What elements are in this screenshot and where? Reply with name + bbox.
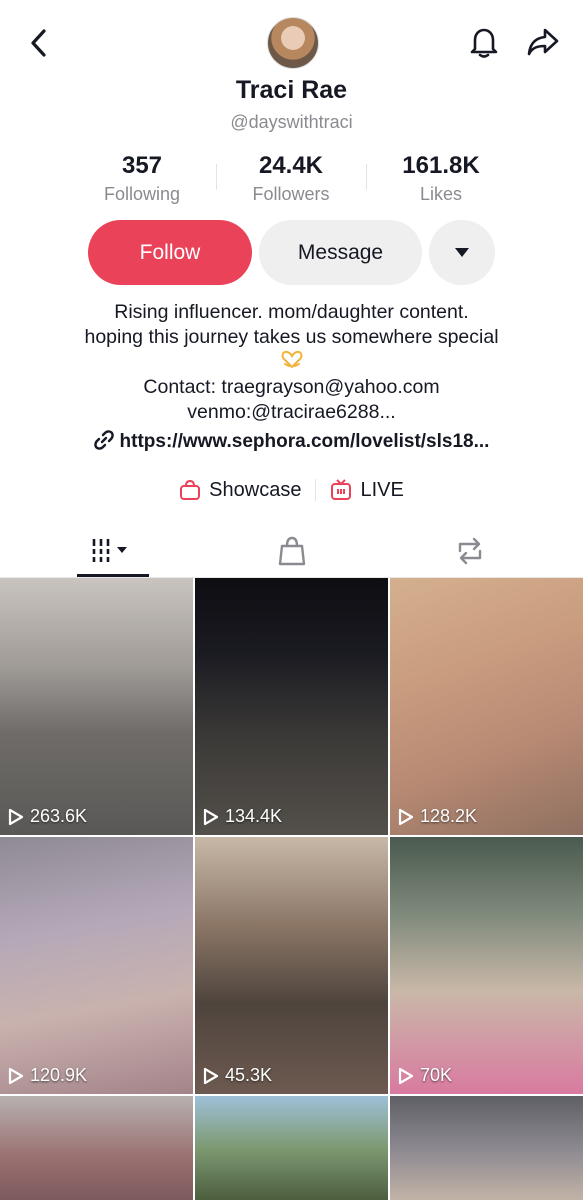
view-count: 134.4K	[203, 806, 282, 827]
extras-row: Showcase LIVE	[0, 476, 583, 504]
play-icon	[398, 808, 414, 825]
play-icon	[203, 1067, 219, 1084]
back-button[interactable]	[22, 26, 56, 60]
bio-line: Rising influencer. mom/daughter content.	[114, 301, 469, 323]
video-thumbnail[interactable]: 263.6K	[0, 578, 193, 835]
chevron-left-icon	[31, 29, 46, 57]
bio-link[interactable]: https://www.sephora.com/lovelist/sls18..…	[0, 430, 583, 453]
message-button[interactable]: Message	[259, 220, 422, 285]
video-thumbnail[interactable]	[390, 1096, 583, 1200]
stat-value: 161.8K	[402, 152, 480, 179]
bio-link-text: https://www.sephora.com/lovelist/sls18..…	[119, 431, 490, 452]
video-thumbnail[interactable]: 45.3K	[195, 837, 388, 1094]
caret-down-icon	[455, 248, 469, 257]
live-link[interactable]: LIVE	[330, 478, 404, 502]
more-options-button[interactable]	[429, 220, 495, 285]
profile-handle: @dayswithtraci	[230, 112, 353, 132]
tab-videos[interactable]	[77, 525, 149, 577]
video-thumbnail[interactable]	[0, 1096, 193, 1200]
stat-label: Following	[103, 184, 181, 204]
follow-button[interactable]: Follow	[88, 220, 252, 285]
bell-icon	[470, 28, 498, 58]
tab-shop[interactable]	[256, 525, 328, 577]
video-thumbnail[interactable]: 128.2K	[390, 578, 583, 835]
profile-name: Traci Rae	[235, 76, 348, 104]
grid-icon	[92, 538, 127, 562]
view-count: 120.9K	[8, 1065, 87, 1086]
tab-reposts[interactable]	[434, 525, 506, 577]
shopping-bag-icon	[180, 479, 201, 500]
bio-line: Contact: traegrayson@yahoo.com	[143, 376, 440, 398]
extras-divider	[315, 479, 317, 501]
heart-hands-icon	[281, 350, 302, 368]
view-count: 45.3K	[203, 1065, 272, 1086]
live-tv-icon	[331, 479, 352, 500]
stat-label: Likes	[419, 184, 463, 204]
view-count-text: 263.6K	[30, 806, 88, 826]
video-thumbnail[interactable]: 134.4K	[195, 578, 388, 835]
notifications-button[interactable]	[466, 24, 502, 60]
stat-divider	[216, 164, 217, 190]
video-thumbnail[interactable]	[195, 1096, 388, 1200]
content-tabs	[0, 525, 583, 578]
stat-following[interactable]: 357 Following	[67, 152, 217, 205]
view-count-text: 70K	[420, 1065, 453, 1085]
stat-value: 24.4K	[258, 152, 324, 179]
view-count: 263.6K	[8, 806, 87, 827]
stat-divider	[366, 164, 367, 190]
stat-value: 357	[121, 152, 163, 179]
bio-emoji	[0, 350, 583, 375]
share-icon	[527, 28, 559, 56]
view-count: 128.2K	[398, 806, 477, 827]
video-thumbnail[interactable]: 120.9K	[0, 837, 193, 1094]
bio-line: venmo:@tracirae6288...	[187, 401, 396, 423]
view-count-text: 45.3K	[225, 1065, 273, 1085]
view-count-text: 128.2K	[420, 806, 478, 826]
showcase-link[interactable]: Showcase	[179, 479, 301, 502]
bio-line: hoping this journey takes us somewhere s…	[84, 326, 499, 348]
stat-likes[interactable]: 161.8K Likes	[366, 152, 516, 205]
play-icon	[398, 1067, 414, 1084]
bio: Rising influencer. mom/daughter content.…	[0, 300, 583, 425]
repost-icon	[458, 537, 482, 565]
view-count-text: 134.4K	[225, 806, 283, 826]
link-icon	[93, 430, 114, 450]
avatar[interactable]	[267, 17, 319, 69]
stat-label: Followers	[252, 184, 330, 204]
play-icon	[8, 808, 24, 825]
video-thumbnail[interactable]: 70K	[390, 837, 583, 1094]
showcase-label: Showcase	[209, 478, 302, 501]
video-grid: 263.6K 134.4K 128.2K 120.9K 45.3K 70K	[0, 578, 583, 1200]
stats-row: 357 Following 24.4K Followers 161.8K Lik…	[0, 152, 583, 212]
stat-followers[interactable]: 24.4K Followers	[216, 152, 366, 205]
view-count: 70K	[398, 1065, 452, 1086]
shopping-bag-icon	[278, 536, 306, 566]
play-icon	[203, 808, 219, 825]
share-button[interactable]	[524, 24, 562, 60]
live-label: LIVE	[360, 478, 404, 501]
play-icon	[8, 1067, 24, 1084]
view-count-text: 120.9K	[30, 1065, 88, 1085]
